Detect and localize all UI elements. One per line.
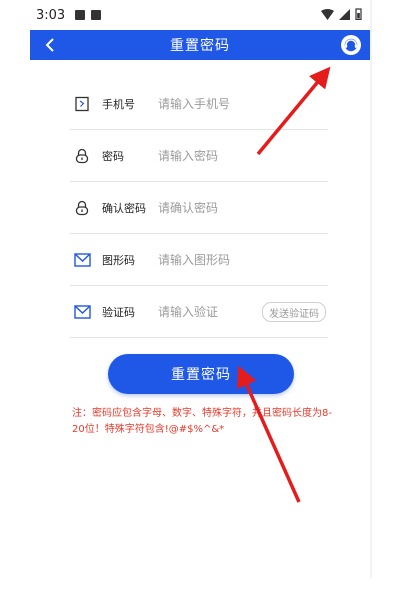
- captcha-input[interactable]: 请输入图形码: [158, 251, 328, 268]
- sms-code-label: 验证码: [102, 305, 135, 319]
- envelope-icon: [74, 304, 100, 319]
- lock-icon: [74, 200, 100, 216]
- confirm-password-row: 确认密码 请确认密码: [70, 182, 328, 234]
- password-row: 密码 请输入密码: [70, 130, 328, 182]
- reset-password-form: 手机号 请输入手机号 密码 请输入密码 确认密码 请确认密码 图形码 请输入图形…: [70, 78, 328, 338]
- customer-service-button[interactable]: [338, 32, 364, 58]
- notification-icon: [91, 10, 102, 20]
- status-indicators: [321, 8, 362, 20]
- sms-code-row: 验证码 请输入验证 发送验证码: [70, 286, 328, 338]
- captcha-label: 图形码: [102, 253, 135, 267]
- status-bar: 3:03: [30, 0, 370, 30]
- reset-password-button[interactable]: 重置密码: [108, 354, 294, 394]
- confirm-password-label: 确认密码: [102, 201, 146, 215]
- phone-input[interactable]: 请输入手机号: [158, 95, 328, 112]
- password-input[interactable]: 请输入密码: [158, 147, 328, 164]
- password-label: 密码: [102, 149, 124, 163]
- signal-icon: [339, 8, 350, 20]
- send-code-button[interactable]: 发送验证码: [262, 302, 326, 322]
- phone-icon: [74, 96, 100, 112]
- page-title: 重置密码: [170, 38, 230, 54]
- chevron-left-icon: [45, 38, 54, 52]
- status-time: 3:03: [36, 7, 66, 23]
- wifi-icon: [321, 8, 334, 20]
- headset-icon: [341, 35, 361, 55]
- captcha-row: 图形码 请输入图形码: [70, 234, 328, 286]
- screen-edge: [370, 0, 372, 578]
- phone-screen: 3:03 重置密码 手机号 请输入手机号 密码 请输入密码 确认密码 请确认密码…: [30, 0, 370, 578]
- back-button[interactable]: [40, 30, 60, 60]
- lock-icon: [74, 148, 100, 164]
- notification-icon: [75, 10, 86, 20]
- envelope-icon: [74, 252, 100, 267]
- battery-icon: [355, 8, 362, 20]
- confirm-password-input[interactable]: 请确认密码: [158, 199, 328, 216]
- password-rule-note: 注：密码应包含字母、数字、特殊字符，并且密码长度为8-20位！特殊字符包含!@#…: [72, 408, 332, 435]
- app-bar: 重置密码: [30, 30, 370, 60]
- phone-row: 手机号 请输入手机号: [70, 78, 328, 130]
- phone-label: 手机号: [102, 97, 135, 111]
